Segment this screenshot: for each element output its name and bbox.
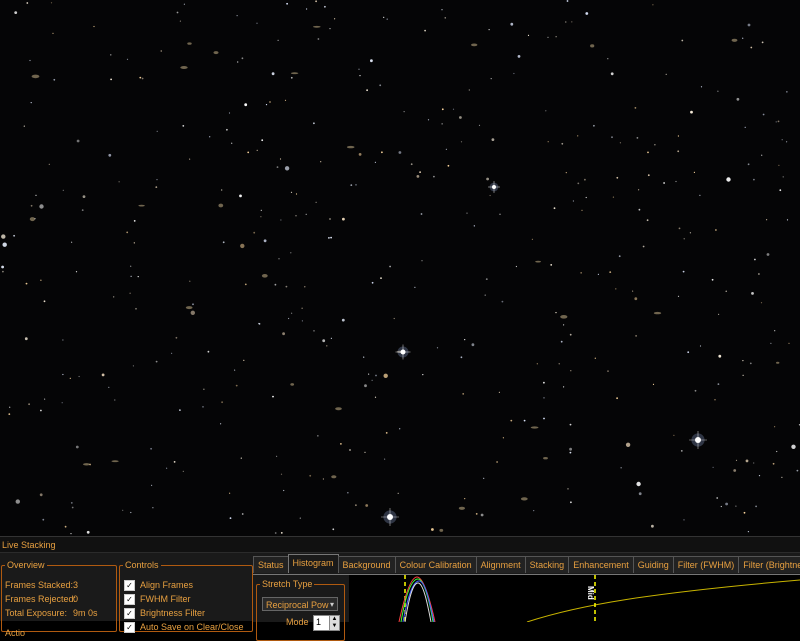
tab-filter-brightness[interactable]: Filter (Brightness) xyxy=(738,556,800,573)
total-exposure-value: 9m 0s xyxy=(73,608,98,618)
frames-stacked-label: Frames Stacked: xyxy=(5,580,74,590)
stretch-type-dropdown[interactable]: Reciprocal Pow ▾ xyxy=(262,597,338,611)
chevron-down-icon: ▾ xyxy=(329,600,334,609)
stretch-type-group: Stretch Type Reciprocal Pow ▾ Mode 1 ▲ ▼ xyxy=(256,579,345,641)
frames-stacked-value: 3 xyxy=(73,580,79,590)
checkmark-icon: ✓ xyxy=(124,593,135,605)
auto-save-checkbox[interactable]: ✓ Auto Save on Clear/Close xyxy=(124,621,244,633)
overview-group: Overview Frames Stacked: 3 Frames Reject… xyxy=(1,560,117,638)
tab-colour-calibration[interactable]: Colour Calibration xyxy=(394,556,477,573)
checkmark-icon: ✓ xyxy=(124,607,135,619)
brightness-filter-label: Brightness Filter xyxy=(140,608,206,618)
frames-stacked-row: Frames Stacked: 3 xyxy=(5,580,78,590)
histogram-tab-content: Stretch Type Reciprocal Pow ▾ Mode 1 ▲▼ xyxy=(253,574,800,641)
fwhm-filter-checkbox[interactable]: ✓ FWHM Filter xyxy=(124,593,191,605)
mode-label: Mode xyxy=(286,617,309,627)
total-exposure-label: Total Exposure: xyxy=(5,608,68,618)
histogram-plot[interactable]: Mid xyxy=(349,575,800,622)
stretch-type-legend: Stretch Type xyxy=(262,579,313,589)
frames-rejected-label: Frames Rejected: xyxy=(5,594,77,604)
align-frames-label: Align Frames xyxy=(140,580,194,590)
panel-title: Live Stacking xyxy=(0,537,800,553)
tab-histogram[interactable]: Histogram xyxy=(287,554,339,573)
star-field-image xyxy=(1,0,800,535)
tab-filter-fwhm[interactable]: Filter (FWHM) xyxy=(672,556,740,573)
mid-marker-label: Mid xyxy=(586,586,595,600)
total-exposure-row: Total Exposure: 9m 0s xyxy=(5,608,98,618)
tab-status[interactable]: Status xyxy=(253,556,289,573)
tab-alignment[interactable]: Alignment xyxy=(475,556,526,573)
tab-enhancement[interactable]: Enhancement xyxy=(568,556,634,573)
live-stacking-panel: Live Stacking Overview Frames Stacked: 3… xyxy=(0,536,800,641)
brightness-filter-checkbox[interactable]: ✓ Brightness Filter xyxy=(124,607,205,619)
tab-guiding[interactable]: Guiding xyxy=(632,556,674,573)
mode-value: 1 xyxy=(316,617,322,627)
spin-arrows-icon[interactable]: ▲ ▼ xyxy=(329,616,339,630)
controls-group: Controls ✓ Align Frames ✓ FWHM Filter ✓ … xyxy=(119,560,253,633)
controls-legend: Controls xyxy=(125,560,159,570)
auto-save-label: Auto Save on Clear/Close xyxy=(140,622,244,632)
fwhm-filter-label: FWHM Filter xyxy=(140,594,191,604)
mode-stepper[interactable]: 1 ▲ ▼ xyxy=(313,615,340,631)
tab-background[interactable]: Background xyxy=(337,556,396,573)
checkmark-icon: ✓ xyxy=(124,579,135,591)
stretch-curve xyxy=(526,579,800,622)
overview-legend: Overview xyxy=(7,560,45,570)
frames-rejected-row: Frames Rejected: 0 xyxy=(5,594,79,604)
stretch-type-value: Reciprocal Pow xyxy=(266,600,329,610)
frames-rejected-value: 0 xyxy=(73,594,79,604)
checkmark-icon: ✓ xyxy=(124,621,135,633)
actions-group-legend: Actio xyxy=(5,628,26,638)
align-frames-checkbox[interactable]: ✓ Align Frames xyxy=(124,579,193,591)
tab-stacking[interactable]: Stacking xyxy=(524,556,570,573)
live-stack-image-viewer[interactable] xyxy=(0,0,800,536)
tab-bar: Status Histogram Background Colour Calib… xyxy=(253,554,800,574)
